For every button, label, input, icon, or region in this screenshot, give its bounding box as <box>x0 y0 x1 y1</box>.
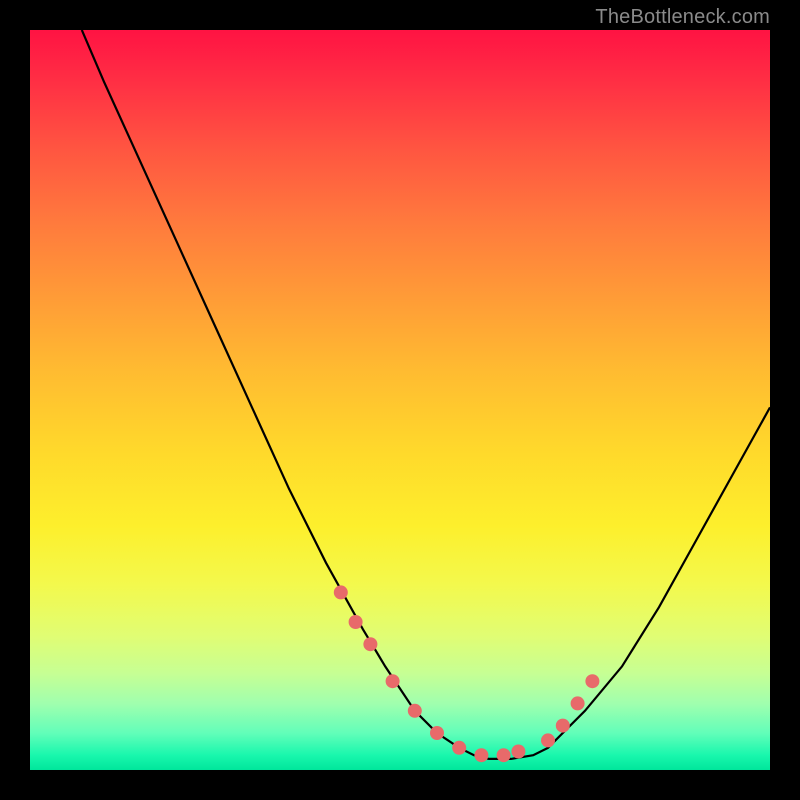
curve-marker-dot <box>556 719 570 733</box>
chart-svg <box>30 30 770 770</box>
curve-marker-dot <box>349 615 363 629</box>
curve-marker-dot <box>511 745 525 759</box>
plot-area <box>30 30 770 770</box>
curve-marker-dot <box>386 674 400 688</box>
curve-marker-dot <box>571 696 585 710</box>
watermark-text: TheBottleneck.com <box>595 6 770 29</box>
curve-marker-dot <box>334 585 348 599</box>
chart-stage: TheBottleneck.com <box>0 0 800 800</box>
curve-marker-dot <box>363 637 377 651</box>
curve-marker-dot <box>497 748 511 762</box>
curve-marker-dot <box>474 748 488 762</box>
curve-marker-dot <box>541 733 555 747</box>
curve-marker-dot <box>585 674 599 688</box>
bottleneck-curve <box>82 30 770 759</box>
curve-marker-dot <box>430 726 444 740</box>
curve-marker-dot <box>452 741 466 755</box>
curve-marker-dot <box>408 704 422 718</box>
